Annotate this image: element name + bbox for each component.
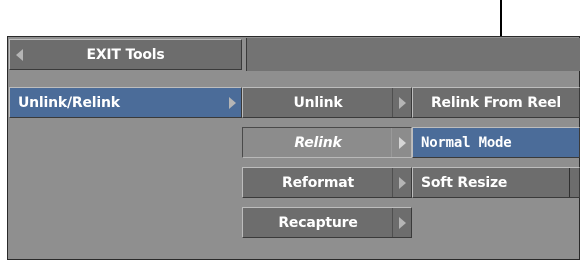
- chevron-right-icon: [399, 216, 406, 229]
- chevron-right-icon: [229, 96, 236, 109]
- exit-tools-label: EXIT Tools: [86, 46, 165, 63]
- relink-from-reel-label: Relink From Reel: [430, 94, 562, 111]
- relink-label: Relink: [294, 134, 342, 151]
- button-divider: [391, 128, 392, 157]
- button-divider: [392, 208, 393, 237]
- unlink-button[interactable]: Unlink: [242, 87, 412, 118]
- chevron-right-icon: [399, 136, 406, 149]
- chevron-right-icon: [399, 176, 406, 189]
- recapture-button[interactable]: Recapture: [242, 207, 412, 238]
- unlink-relink-label: Unlink/Relink: [18, 94, 120, 111]
- chevron-right-icon: [399, 96, 406, 109]
- unlink-relink-button[interactable]: Unlink/Relink: [9, 87, 242, 118]
- relink-from-reel-button[interactable]: Relink From Reel: [412, 87, 580, 118]
- soft-resize-button[interactable]: Soft Resize: [412, 167, 580, 198]
- tools-panel: EXIT Tools Unlink/Relink Unlink Relink R…: [7, 36, 580, 260]
- soft-resize-label: Soft Resize: [421, 174, 508, 191]
- relink-button[interactable]: Relink: [242, 127, 412, 158]
- button-divider: [392, 88, 393, 117]
- reformat-label: Reformat: [281, 174, 355, 191]
- scroll-edge-tab[interactable]: [569, 168, 579, 197]
- button-divider: [392, 168, 393, 197]
- reformat-button[interactable]: Reformat: [242, 167, 412, 198]
- unlink-label: Unlink: [293, 94, 343, 111]
- chevron-left-icon: [16, 48, 23, 61]
- normal-mode-label: Normal Mode: [421, 134, 512, 151]
- exit-tools-button[interactable]: EXIT Tools: [9, 39, 242, 70]
- recapture-label: Recapture: [278, 214, 358, 231]
- header-bar: [246, 38, 580, 71]
- normal-mode-button[interactable]: Normal Mode: [412, 127, 580, 158]
